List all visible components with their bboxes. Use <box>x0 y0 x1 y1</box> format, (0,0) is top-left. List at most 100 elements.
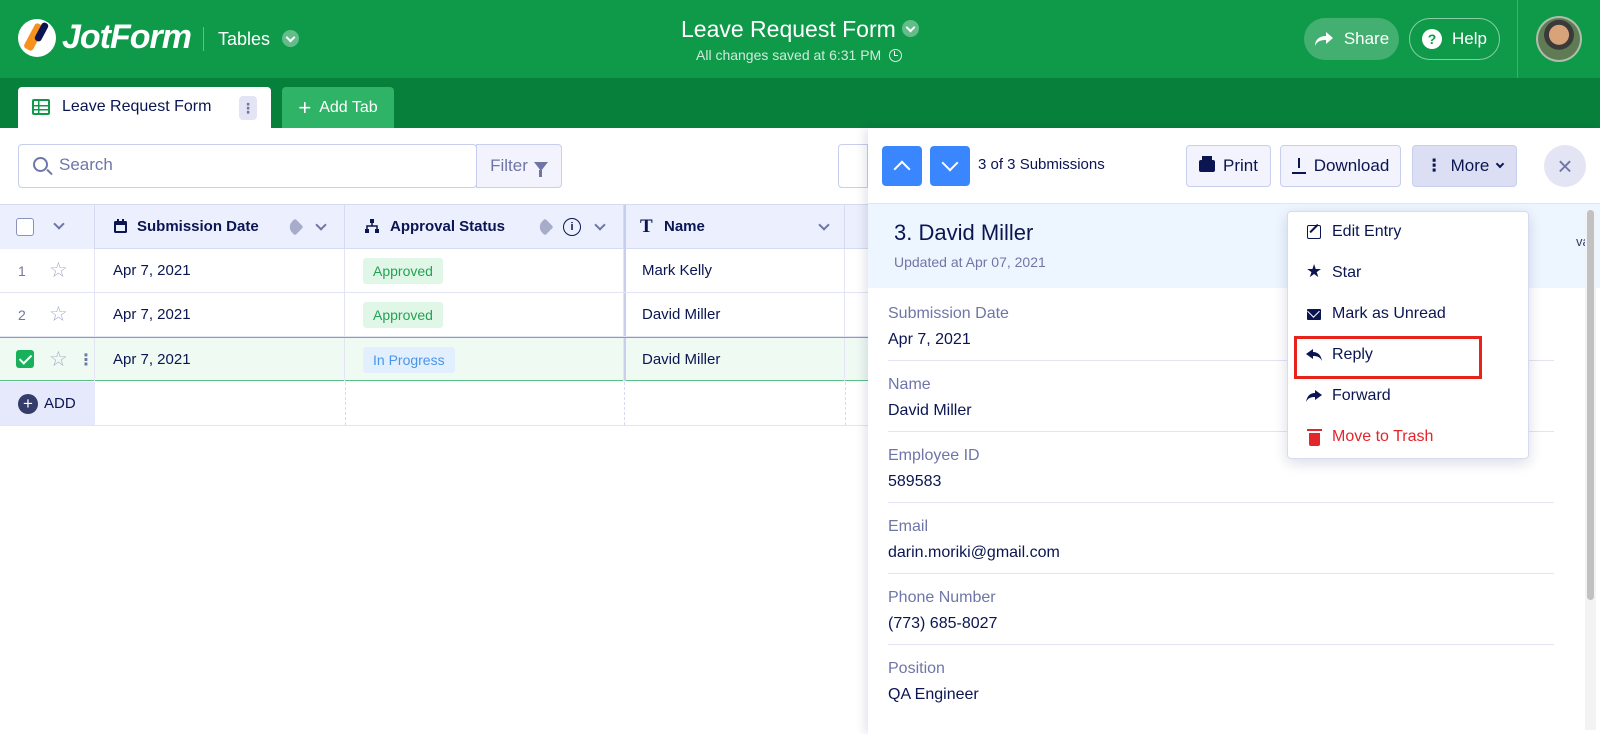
field-phone-number: Phone Number (773) 685-8027 <box>888 574 1554 645</box>
add-tab-button[interactable]: + Add Tab <box>282 87 394 128</box>
field-value: darin.moriki@gmail.com <box>888 544 1060 561</box>
add-row-button[interactable]: + ADD <box>0 382 95 425</box>
menu-item-star[interactable]: ★ Star <box>1288 253 1528 293</box>
trash-icon <box>1306 428 1322 446</box>
chevron-down-icon <box>1496 159 1505 169</box>
close-icon[interactable]: × <box>1544 145 1586 187</box>
help-button[interactable]: ? Help <box>1409 18 1500 60</box>
pin-icon[interactable] <box>536 218 554 236</box>
info-icon[interactable]: i <box>563 218 581 236</box>
plus-icon: + <box>298 94 312 120</box>
chevron-down-icon[interactable] <box>818 219 830 231</box>
jotform-logo-icon <box>18 18 56 57</box>
download-icon <box>1291 158 1306 174</box>
column-header-approval-status[interactable]: Approval Status i <box>345 205 624 249</box>
more-dots-icon: ⋮ <box>1425 156 1443 175</box>
pin-icon[interactable] <box>286 218 304 236</box>
field-label: Position <box>888 660 945 677</box>
cell-name[interactable]: David Miller <box>624 293 845 336</box>
form-title[interactable]: Leave Request Form <box>681 16 896 43</box>
toolbar-options-button[interactable] <box>838 144 868 188</box>
cell-name[interactable]: David Miller <box>624 338 845 381</box>
previous-submission-button[interactable] <box>882 146 922 186</box>
print-button[interactable]: Print <box>1186 145 1271 187</box>
calendar-icon <box>114 219 127 233</box>
chevron-down-icon[interactable] <box>282 30 299 47</box>
cell-submission-date[interactable]: Apr 7, 2021 <box>95 249 345 292</box>
column-header-submission-date[interactable]: Submission Date <box>95 205 345 249</box>
star-icon[interactable]: ☆ <box>49 258 68 283</box>
cell-approval-status[interactable]: Approved <box>345 293 624 336</box>
menu-item-label: Mark as Unread <box>1332 305 1446 322</box>
cell-approval-status[interactable]: Approved <box>345 249 624 292</box>
filter-button[interactable]: Filter <box>476 144 562 188</box>
share-button[interactable]: Share <box>1304 18 1399 60</box>
cell-approval-status[interactable]: In Progress <box>345 338 624 381</box>
field-position: Position QA Engineer <box>888 645 1554 716</box>
next-submission-button[interactable] <box>930 146 970 186</box>
table-row[interactable]: 1 ☆ Apr 7, 2021 Approved Mark Kelly <box>0 249 868 293</box>
field-label: Employee ID <box>888 447 980 464</box>
menu-item-label: Move to Trash <box>1332 428 1434 445</box>
row-options-icon[interactable]: ⋮ <box>78 350 94 370</box>
field-value: QA Engineer <box>888 686 979 703</box>
cell-submission-date[interactable]: Apr 7, 2021 <box>95 338 345 381</box>
field-label: Email <box>888 518 929 535</box>
search-box[interactable] <box>18 144 477 188</box>
divider <box>345 382 346 425</box>
add-tab-label: Add Tab <box>319 98 378 116</box>
row-checkbox-checked[interactable] <box>16 350 34 368</box>
scrollbar-thumb[interactable] <box>1587 210 1594 600</box>
column-label: Submission Date <box>137 218 259 235</box>
menu-item-label: Star <box>1332 264 1362 281</box>
menu-item-mark-as-unread[interactable]: Mark as Unread <box>1288 294 1528 334</box>
column-label: Name <box>664 218 705 235</box>
brand-name: JotForm <box>62 18 192 56</box>
table-header: Submission Date Approval Status i T Name <box>0 204 868 249</box>
menu-item-label: Edit Entry <box>1332 223 1402 240</box>
tab-leave-request-form[interactable]: Leave Request Form ⋮ <box>18 87 271 128</box>
plus-circle-icon: + <box>18 393 38 414</box>
column-label: Approval Status <box>390 218 506 235</box>
panel-header: 3 of 3 Submissions Print Download ⋮ More… <box>868 128 1600 204</box>
chevron-down-icon[interactable] <box>53 218 65 230</box>
download-button[interactable]: Download <box>1280 145 1401 187</box>
filter-label: Filter <box>490 156 528 175</box>
tables-menu[interactable]: Tables <box>218 29 270 50</box>
more-button[interactable]: ⋮ More <box>1412 145 1517 187</box>
field-label: Submission Date <box>888 305 1009 322</box>
select-all-header <box>0 205 95 249</box>
cell-name[interactable]: Mark Kelly <box>624 249 845 292</box>
menu-item-move-to-trash[interactable]: Move to Trash <box>1288 417 1528 457</box>
star-icon[interactable]: ☆ <box>49 347 68 372</box>
menu-item-forward[interactable]: Forward <box>1288 376 1528 416</box>
table-row-selected[interactable]: ☆ ⋮ Apr 7, 2021 In Progress David Miller <box>0 337 868 381</box>
panel-scrollbar[interactable] <box>1585 210 1596 730</box>
star-icon[interactable]: ☆ <box>49 302 68 327</box>
print-label: Print <box>1223 156 1258 175</box>
chevron-down-icon[interactable] <box>594 219 606 231</box>
search-input[interactable] <box>59 155 459 175</box>
row-number: 1 <box>18 262 26 279</box>
top-bar: JotForm Tables Leave Request Form All ch… <box>0 0 1600 78</box>
printer-icon <box>1199 156 1216 172</box>
add-row-label: ADD <box>44 395 76 412</box>
table-row[interactable]: 2 ☆ Apr 7, 2021 Approved David Miller <box>0 293 868 337</box>
hierarchy-icon <box>365 219 379 233</box>
field-email: Email darin.moriki@gmail.com <box>888 503 1554 574</box>
reply-highlight-box <box>1294 336 1482 379</box>
mail-icon <box>1306 306 1322 322</box>
add-row: + ADD <box>0 382 868 426</box>
chevron-down-icon[interactable] <box>902 20 919 37</box>
jotform-logo[interactable]: JotForm <box>18 18 192 57</box>
row-number: 2 <box>18 306 26 323</box>
clock-icon <box>889 49 903 62</box>
tab-options-icon[interactable]: ⋮ <box>239 96 257 120</box>
avatar[interactable] <box>1536 16 1582 62</box>
menu-item-edit-entry[interactable]: Edit Entry <box>1288 212 1528 252</box>
help-icon: ? <box>1422 29 1443 49</box>
select-all-checkbox[interactable] <box>16 218 34 236</box>
column-header-name[interactable]: T Name <box>624 205 845 249</box>
cell-submission-date[interactable]: Apr 7, 2021 <box>95 293 345 336</box>
chevron-down-icon[interactable] <box>315 219 327 231</box>
